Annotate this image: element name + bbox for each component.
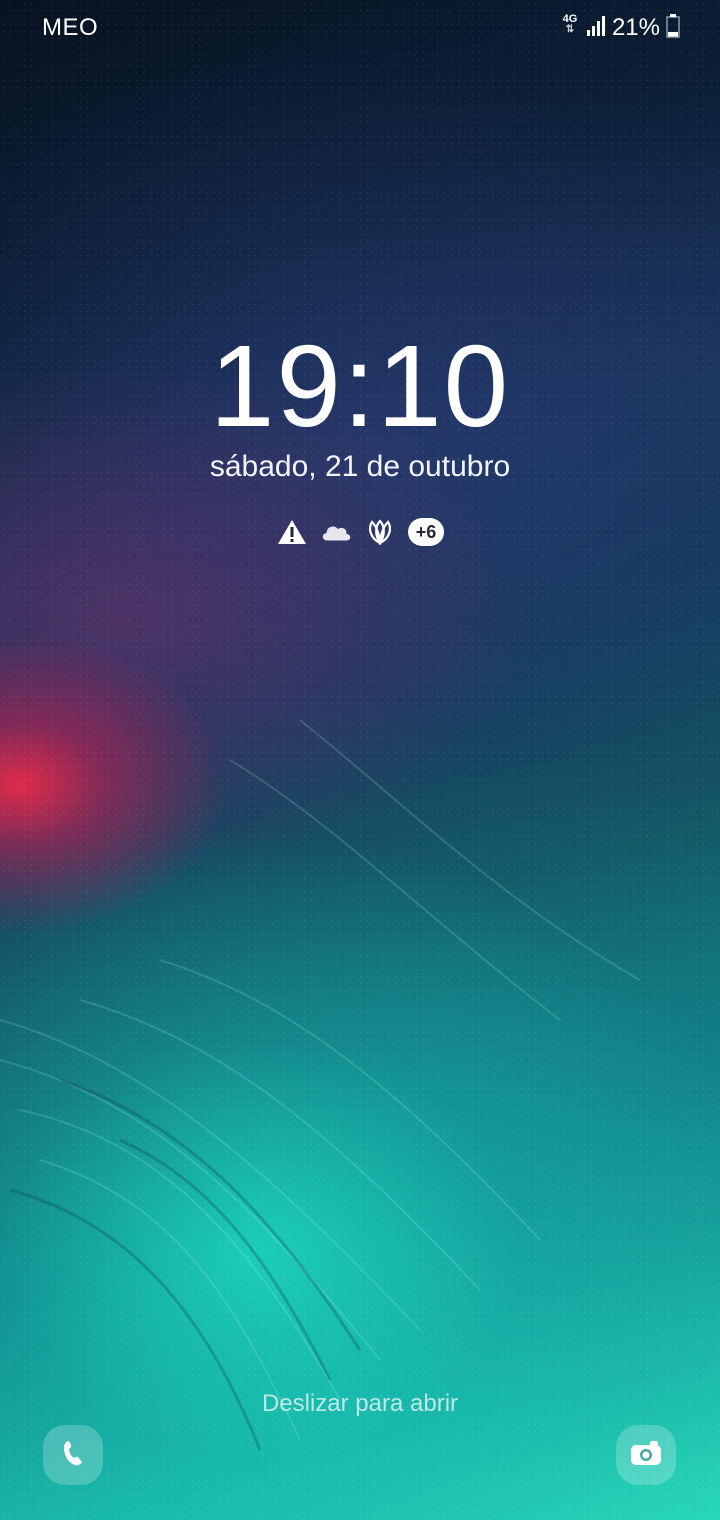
more-notifications-badge[interactable]: +6 — [408, 518, 444, 546]
battery-percent: 21% — [611, 14, 660, 41]
wallpaper-streaks — [0, 719, 641, 1451]
lock-clock: 19:10 — [209, 321, 511, 451]
swipe-to-unlock-hint: Deslizar para abrir — [261, 1390, 459, 1417]
phone-icon — [60, 1438, 86, 1473]
lock-screen[interactable]: MEO 4G ⇅ 21% 19:10 sábado, 21 de outubro… — [0, 0, 720, 1520]
carrier-name: MEO — [42, 14, 99, 41]
cloud-icon[interactable] — [320, 516, 352, 548]
signal-bars-icon — [586, 15, 606, 42]
notification-icons[interactable]: +6 — [0, 516, 720, 548]
phone-shortcut-button[interactable] — [43, 1425, 103, 1485]
status-indicators: 4G ⇅ 21% — [560, 12, 680, 44]
4g-data-icon: 4G ⇅ — [562, 13, 578, 35]
warning-icon[interactable] — [276, 516, 308, 548]
battery-icon — [666, 13, 680, 43]
lock-date: sábado, 21 de outubro — [209, 450, 511, 483]
wallpaper-texture — [0, 0, 720, 1520]
camera-icon — [629, 1439, 663, 1472]
status-bar[interactable]: MEO 4G ⇅ 21% — [0, 0, 720, 56]
camera-shortcut-button[interactable] — [616, 1425, 676, 1485]
flower-icon[interactable] — [364, 516, 396, 548]
